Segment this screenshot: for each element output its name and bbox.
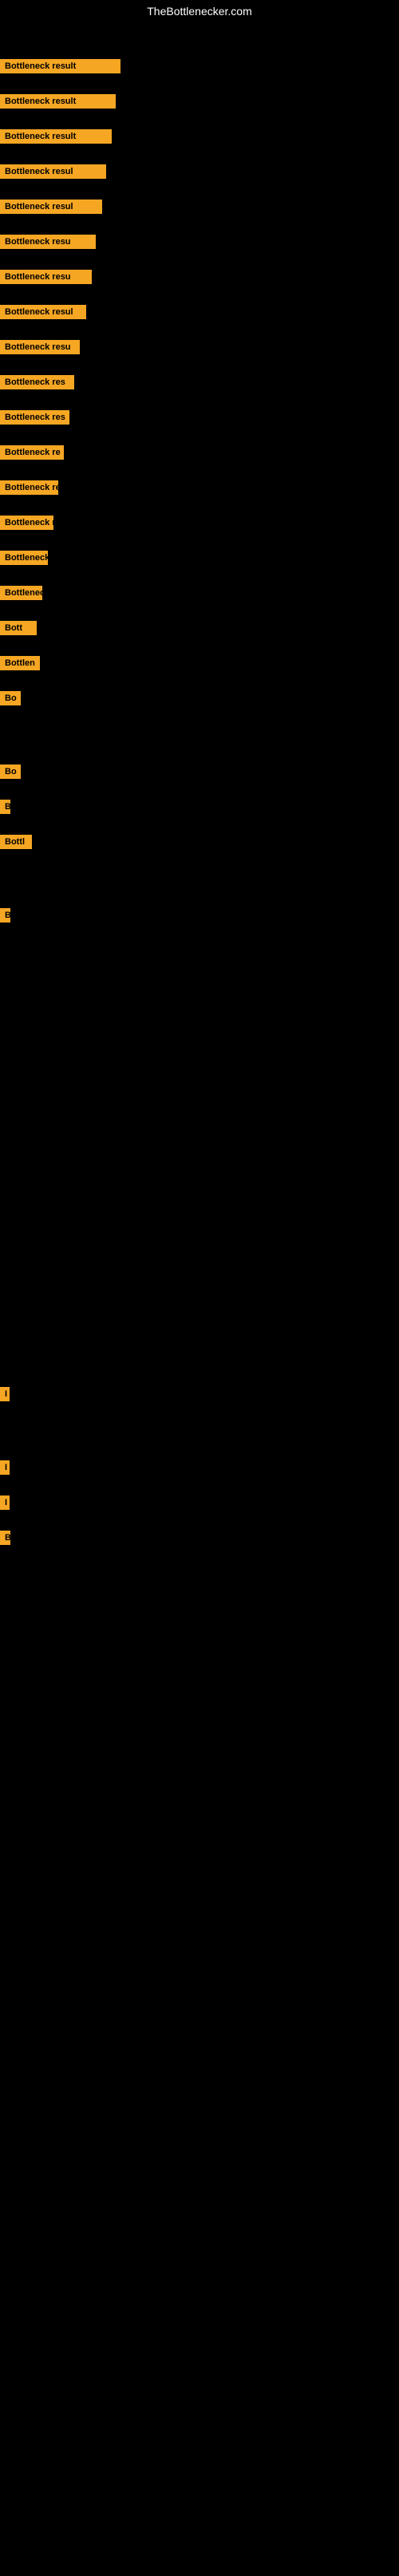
bottleneck-row: Bottleneck res — [0, 402, 399, 433]
bottleneck-row: Bo — [0, 683, 399, 713]
bottleneck-badge: Bottleneck re — [0, 480, 58, 495]
bottleneck-badge: Bottleneck re — [0, 516, 53, 530]
bottleneck-row: Bottl — [0, 827, 399, 857]
bottleneck-row: Bo — [0, 757, 399, 787]
bottleneck-row: Bottleneck result — [0, 86, 399, 117]
bottleneck-row: Bottleneck re — [0, 508, 399, 538]
bottleneck-row: B — [0, 1523, 399, 1553]
bottleneck-badge: Bottleneck resul — [0, 164, 106, 179]
bottleneck-badge: Bottleneck resu — [0, 270, 92, 284]
bottleneck-row: I — [0, 1379, 399, 1409]
bottleneck-row: Bottleneck resul — [0, 297, 399, 327]
bottleneck-badge: Bottleneck res — [0, 375, 74, 389]
bottleneck-row: Bottleneck result — [0, 121, 399, 152]
bottleneck-badge: Bottleneck result — [0, 129, 112, 144]
bottleneck-badge: B — [0, 908, 10, 923]
bottleneck-badge: Bo — [0, 765, 21, 779]
bottleneck-badge: Bottleneck result — [0, 59, 120, 73]
bottleneck-badge: Bottleneck resul — [0, 200, 102, 214]
site-title: TheBottlenecker.com — [0, 0, 399, 22]
bottleneck-row: Bottleneck result — [0, 51, 399, 81]
bottleneck-badge: I — [0, 1387, 10, 1401]
bottleneck-row: Bottleneck resul — [0, 192, 399, 222]
bottleneck-badge: Bottleneck resu — [0, 235, 96, 249]
bottleneck-badge: Bottleneck r — [0, 551, 48, 565]
bottleneck-row: B — [0, 792, 399, 822]
bottleneck-row: Bottleneck res — [0, 367, 399, 397]
bottleneck-badge: Bottleneck re — [0, 445, 64, 460]
bottleneck-badge: Bottlenec — [0, 586, 42, 600]
bottleneck-badge: I — [0, 1495, 10, 1510]
bottleneck-badge: Bottl — [0, 835, 32, 849]
bottleneck-row: Bottleneck resu — [0, 332, 399, 362]
bottleneck-row: Bottleneck resul — [0, 156, 399, 187]
bottleneck-badge: B — [0, 1531, 10, 1545]
bottleneck-badge: Bottleneck result — [0, 94, 116, 109]
bottleneck-row: Bottlenec — [0, 578, 399, 608]
bottleneck-row: Bott — [0, 613, 399, 643]
bottleneck-row: Bottlen — [0, 648, 399, 678]
bottleneck-badge: Bo — [0, 691, 21, 705]
bottleneck-row: B — [0, 900, 399, 930]
bottleneck-badge: Bottleneck resu — [0, 340, 80, 354]
bottleneck-badge: B — [0, 800, 10, 814]
bottleneck-row: Bottleneck re — [0, 437, 399, 468]
bottleneck-row: Bottleneck resu — [0, 262, 399, 292]
bottleneck-badge: I — [0, 1460, 10, 1475]
bottleneck-row: I — [0, 1452, 399, 1483]
bottleneck-row: I — [0, 1488, 399, 1518]
bottleneck-row: Bottleneck resu — [0, 227, 399, 257]
bottleneck-badge: Bottleneck resul — [0, 305, 86, 319]
bottleneck-row: Bottleneck re — [0, 472, 399, 503]
bottleneck-badge: Bottleneck res — [0, 410, 69, 425]
bottleneck-badge: Bottlen — [0, 656, 40, 670]
bottleneck-row: Bottleneck r — [0, 543, 399, 573]
bottleneck-badge: Bott — [0, 621, 37, 635]
